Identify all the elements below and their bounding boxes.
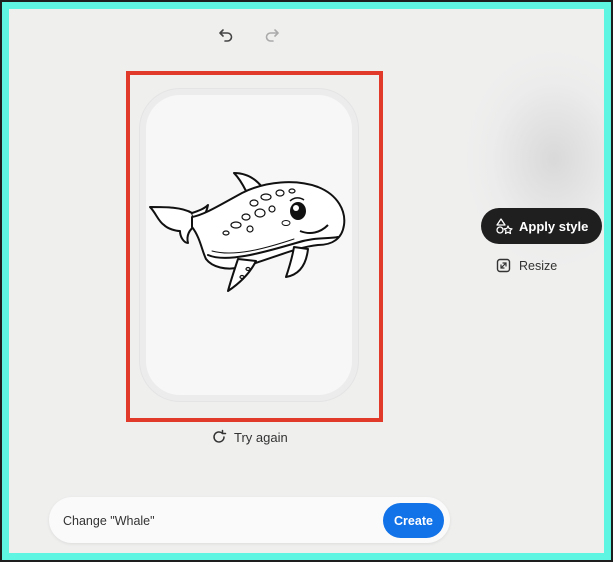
app-canvas: Try again Apply style Resize Create xyxy=(0,0,613,562)
prompt-bar: Create xyxy=(49,497,450,545)
resize-button[interactable]: Resize xyxy=(496,258,602,273)
redo-icon xyxy=(265,29,279,42)
resize-label: Resize xyxy=(519,258,558,273)
undo-icon xyxy=(219,29,233,42)
apply-style-button[interactable]: Apply style xyxy=(481,208,603,244)
resize-icon xyxy=(496,258,511,273)
prompt-input[interactable] xyxy=(61,497,375,545)
history-toolbar xyxy=(214,23,284,47)
create-button[interactable]: Create xyxy=(383,503,444,538)
generated-image-card[interactable] xyxy=(146,95,352,395)
redo-button[interactable] xyxy=(260,23,284,47)
side-actions: Apply style Resize xyxy=(481,208,603,273)
apply-style-label: Apply style xyxy=(519,218,589,234)
try-again-label: Try again xyxy=(234,429,288,445)
whale-image xyxy=(149,172,346,292)
try-again-button[interactable]: Try again xyxy=(211,429,288,445)
shapes-icon xyxy=(496,218,513,235)
undo-button[interactable] xyxy=(214,23,238,47)
refresh-icon xyxy=(213,429,227,443)
